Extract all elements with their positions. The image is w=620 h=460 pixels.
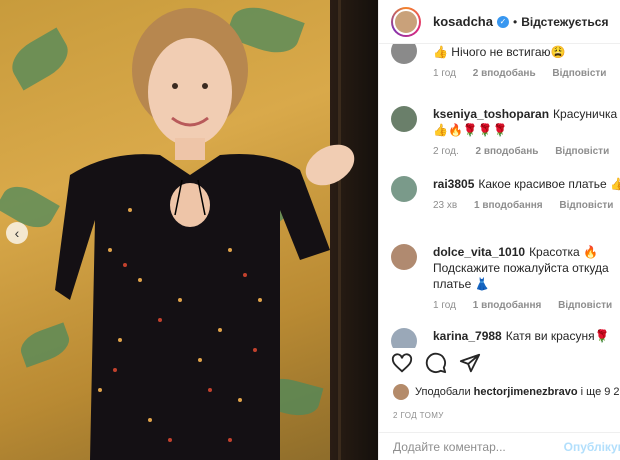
author-avatar (393, 8, 419, 35)
reply-button[interactable]: Відповісти (552, 68, 606, 79)
comment-time[interactable]: 1 год (433, 300, 456, 311)
post-timestamp[interactable]: 2 ГОД ТОМУ (393, 411, 444, 420)
reply-button[interactable]: Відповісти (559, 200, 613, 211)
comment-icon (425, 352, 447, 374)
comments-list[interactable]: 👍 Нічого не встигаю😩 1 год 2 вподобань В… (379, 44, 620, 348)
comment-username[interactable]: rai3805 (433, 177, 474, 191)
reply-button[interactable]: Відповісти (558, 300, 612, 311)
prev-image-button[interactable]: ‹ (6, 222, 28, 244)
share-icon (459, 353, 481, 373)
comment-avatar[interactable] (391, 328, 417, 348)
comment-username[interactable]: kseniya_toshoparan (433, 107, 549, 121)
comment-time[interactable]: 23 хв (433, 200, 457, 211)
likes-count-link[interactable]: і ще 9 27 (581, 386, 620, 398)
comment-likes[interactable]: 2 вподобань (476, 146, 539, 157)
comment-username[interactable]: karina_7988 (433, 329, 502, 343)
post-actions (391, 352, 481, 374)
comment-avatar[interactable] (391, 106, 417, 132)
like-button[interactable] (391, 352, 413, 374)
reply-button[interactable]: Відповісти (555, 146, 609, 157)
likes-summary: Уподобали hectorjimenezbravo і ще 9 27 (393, 384, 620, 400)
liker-username[interactable]: hectorjimenezbravo (474, 386, 578, 398)
comment-input[interactable]: Додайте коментар... (393, 440, 506, 454)
comment-time[interactable]: 1 год (433, 68, 456, 79)
author-avatar-ring[interactable] (391, 6, 421, 37)
comment-text: 👍 Нічого не встигаю😩 (433, 45, 566, 59)
comment-likes[interactable]: 1 вподобання (474, 200, 543, 211)
comment-username[interactable]: dolce_vita_1010 (433, 245, 525, 259)
comment-text: Катя ви красуня🌹 (505, 329, 610, 343)
comment-avatar[interactable] (391, 176, 417, 202)
comment-button[interactable] (425, 352, 447, 374)
heart-icon (391, 353, 413, 373)
likes-prefix: Уподобали (415, 386, 471, 398)
comment-avatar[interactable] (391, 244, 417, 270)
following-button[interactable]: Відстежується (521, 15, 608, 29)
comment-composer: Додайте коментар... Опублікув (379, 432, 620, 460)
post-header: kosadcha ✓ • Відстежується (379, 0, 620, 44)
author-username[interactable]: kosadcha (433, 14, 493, 29)
separator-dot: • (512, 14, 518, 29)
chevron-left-icon: ‹ (14, 225, 20, 241)
comment-likes[interactable]: 1 вподобання (473, 300, 542, 311)
comment-time[interactable]: 2 год. (433, 146, 459, 157)
comment-avatar[interactable] (391, 44, 417, 64)
comment-text: Какое красивое платье 👍 (478, 177, 620, 191)
comment-likes[interactable]: 2 вподобань (473, 68, 536, 79)
post-photo: ‹ (0, 0, 378, 460)
publish-button[interactable]: Опублікув (564, 440, 620, 454)
share-button[interactable] (459, 352, 481, 374)
post-details-panel: kosadcha ✓ • Відстежується 👍 Нічого не в… (378, 0, 620, 460)
verified-icon: ✓ (496, 15, 509, 28)
woman-in-dress (55, 8, 355, 460)
liker-avatar[interactable] (393, 384, 409, 400)
